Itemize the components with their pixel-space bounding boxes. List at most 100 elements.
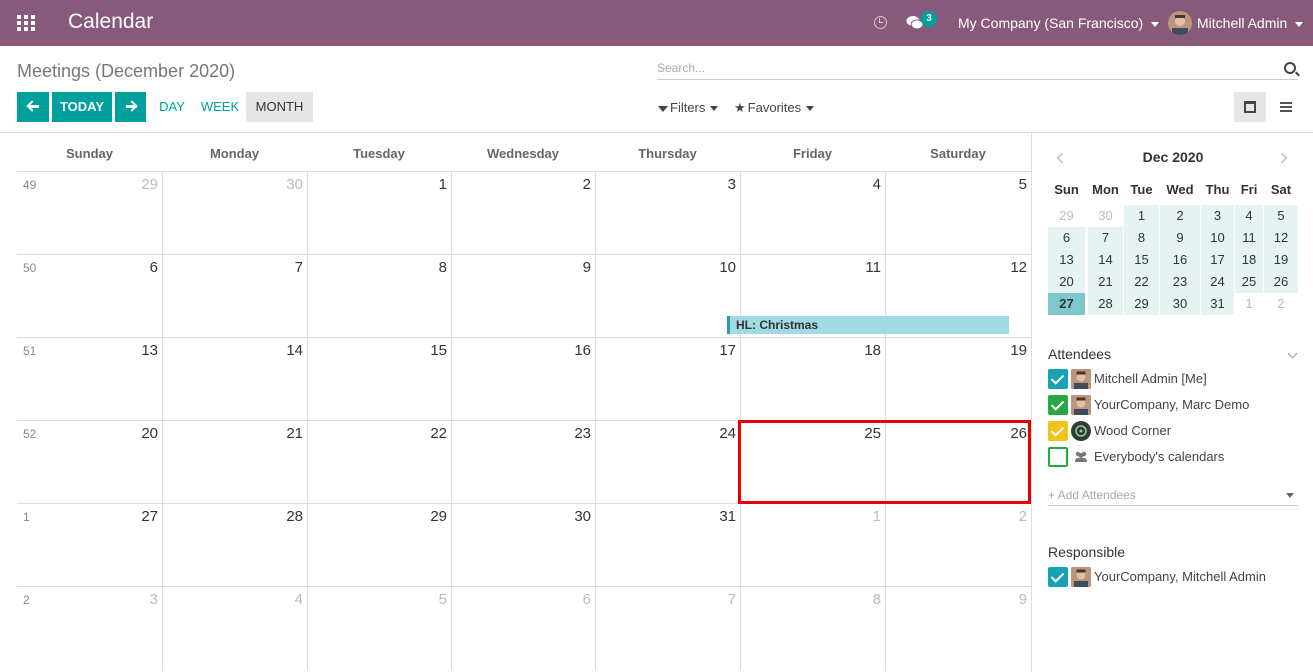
day-cell[interactable]: 16	[451, 338, 595, 421]
mini-day[interactable]: 26	[1264, 271, 1298, 293]
mini-day[interactable]: 29	[1124, 293, 1159, 315]
mini-day[interactable]: 3	[1201, 205, 1234, 227]
day-cell[interactable]: 4	[740, 172, 885, 255]
scale-month-button[interactable]: MONTH	[246, 92, 313, 122]
mini-day[interactable]: 21	[1088, 271, 1123, 293]
mini-day[interactable]: 12	[1264, 227, 1298, 249]
mini-day[interactable]: 8	[1124, 227, 1159, 249]
day-cell[interactable]: 15	[307, 338, 451, 421]
attendee-checkbox[interactable]	[1048, 421, 1068, 441]
mini-day[interactable]: 6	[1048, 227, 1085, 249]
day-cell[interactable]: 3	[595, 172, 740, 255]
mini-day[interactable]: 15	[1124, 249, 1159, 271]
day-cell[interactable]: 29	[17, 172, 162, 255]
mini-day[interactable]: 29	[1048, 205, 1085, 227]
day-cell[interactable]: 13	[17, 338, 162, 421]
mini-day[interactable]: 28	[1088, 293, 1123, 315]
day-cell[interactable]: 20	[17, 421, 162, 504]
day-cell[interactable]: 29	[307, 504, 451, 587]
search-input[interactable]	[657, 58, 1257, 75]
day-cell[interactable]: 21	[162, 421, 307, 504]
search-icon[interactable]	[1284, 62, 1296, 74]
previous-button[interactable]	[17, 92, 49, 122]
day-cell[interactable]: 1	[307, 172, 451, 255]
day-cell[interactable]: 5	[307, 587, 451, 670]
day-cell[interactable]: 7	[162, 255, 307, 338]
mini-day[interactable]: 25	[1235, 271, 1263, 293]
scale-day-button[interactable]: DAY	[152, 92, 192, 122]
mini-day[interactable]: 7	[1088, 227, 1123, 249]
day-cell[interactable]: 31	[595, 504, 740, 587]
scale-week-button[interactable]: WEEK	[196, 92, 244, 122]
mini-day[interactable]: 31	[1201, 293, 1234, 315]
search-bar[interactable]	[657, 58, 1298, 80]
mini-day[interactable]: 4	[1235, 205, 1263, 227]
mini-day[interactable]: 30	[1088, 205, 1123, 227]
day-cell[interactable]: 25	[740, 421, 885, 504]
day-cell[interactable]: 10	[595, 255, 740, 338]
list-view-button[interactable]	[1269, 92, 1301, 122]
day-cell[interactable]: 22	[307, 421, 451, 504]
day-cell[interactable]: 27	[17, 504, 162, 587]
apps-menu-icon[interactable]	[17, 15, 35, 31]
mini-day[interactable]: 2	[1264, 293, 1298, 315]
responsible-checkbox[interactable]	[1048, 567, 1068, 587]
mini-day[interactable]: 13	[1048, 249, 1085, 271]
app-title[interactable]: Calendar	[68, 10, 153, 34]
day-cell[interactable]: 30	[451, 504, 595, 587]
day-cell[interactable]: 7	[595, 587, 740, 670]
mini-day[interactable]: 11	[1235, 227, 1263, 249]
add-attendees-input[interactable]: + Add Attendees	[1048, 486, 1298, 506]
mini-day[interactable]: 17	[1201, 249, 1234, 271]
mini-day[interactable]: 30	[1160, 293, 1200, 315]
day-cell[interactable]: 30	[162, 172, 307, 255]
today-button[interactable]: TODAY	[52, 92, 112, 122]
day-cell[interactable]: 24	[595, 421, 740, 504]
day-cell[interactable]: 14	[162, 338, 307, 421]
mini-day[interactable]: 5	[1264, 205, 1298, 227]
day-cell[interactable]: 2	[885, 504, 1031, 587]
mini-day[interactable]: 10	[1201, 227, 1234, 249]
mini-day[interactable]: 16	[1160, 249, 1200, 271]
mini-day[interactable]: 19	[1264, 249, 1298, 271]
attendee-checkbox[interactable]	[1048, 369, 1068, 389]
day-cell[interactable]: 5	[885, 172, 1031, 255]
activity-clock-icon[interactable]	[874, 16, 887, 29]
mini-day[interactable]: 24	[1201, 271, 1234, 293]
mini-day[interactable]: 9	[1160, 227, 1200, 249]
day-cell[interactable]: 6	[451, 587, 595, 670]
day-cell[interactable]: 8	[307, 255, 451, 338]
mini-day[interactable]: 14	[1088, 249, 1123, 271]
attendee-checkbox[interactable]	[1048, 447, 1068, 467]
day-cell[interactable]: 8	[740, 587, 885, 670]
day-cell[interactable]: 9	[885, 587, 1031, 670]
mini-day[interactable]: 20	[1048, 271, 1085, 293]
day-cell[interactable]: 4	[162, 587, 307, 670]
user-menu[interactable]: Mitchell Admin	[1197, 15, 1304, 31]
day-cell[interactable]: 1	[740, 504, 885, 587]
day-cell[interactable]: 3	[17, 587, 162, 670]
day-cell[interactable]: 17	[595, 338, 740, 421]
mini-day[interactable]: 2	[1160, 205, 1200, 227]
mini-day[interactable]: 22	[1124, 271, 1159, 293]
mini-day[interactable]: 1	[1235, 293, 1263, 315]
calendar-view-button[interactable]	[1234, 92, 1266, 122]
favorites-dropdown[interactable]: ★ Favorites	[734, 100, 815, 116]
day-cell[interactable]: 19	[885, 338, 1031, 421]
calendar-event[interactable]: HL: Christmas	[727, 316, 1009, 334]
mini-day[interactable]: 18	[1235, 249, 1263, 271]
mini-day[interactable]: 27	[1048, 293, 1085, 315]
filters-dropdown[interactable]: Filters	[658, 100, 719, 115]
mini-day[interactable]: 23	[1160, 271, 1200, 293]
day-cell[interactable]: 28	[162, 504, 307, 587]
next-button[interactable]	[115, 92, 146, 122]
day-cell[interactable]: 18	[740, 338, 885, 421]
day-cell[interactable]: 26	[885, 421, 1031, 504]
user-avatar[interactable]	[1168, 11, 1192, 35]
day-cell[interactable]: 23	[451, 421, 595, 504]
day-cell[interactable]: 9	[451, 255, 595, 338]
day-cell[interactable]: 2	[451, 172, 595, 255]
mini-day[interactable]: 1	[1124, 205, 1159, 227]
attendee-checkbox[interactable]	[1048, 395, 1068, 415]
day-cell[interactable]: 6	[17, 255, 162, 338]
